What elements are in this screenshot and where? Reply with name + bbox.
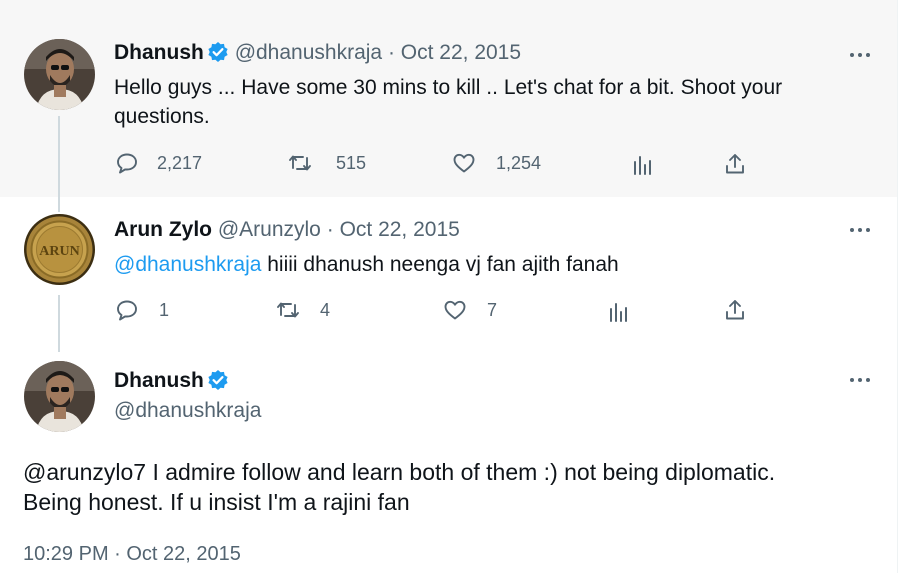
- share-icon: [726, 300, 744, 320]
- tweet-date[interactable]: Oct 22, 2015: [340, 218, 460, 241]
- author-handle[interactable]: @dhanushkraja: [235, 41, 382, 64]
- reply-button[interactable]: 1: [115, 298, 169, 322]
- share-button[interactable]: [723, 152, 747, 176]
- reply-button[interactable]: 2,217: [115, 151, 202, 175]
- share-icon: [726, 154, 744, 174]
- separator: ·: [387, 41, 395, 64]
- analytics-icon: [610, 303, 627, 322]
- like-button[interactable]: 1,254: [452, 151, 541, 175]
- verified-badge-icon: [207, 41, 229, 63]
- retweet-button[interactable]: 4: [276, 298, 330, 322]
- share-button[interactable]: [723, 298, 747, 322]
- author-handle[interactable]: @dhanushkraja: [114, 398, 261, 424]
- like-count: 7: [487, 299, 498, 320]
- retweet-icon: [277, 302, 299, 318]
- verified-badge-icon: [207, 369, 229, 391]
- author-name[interactable]: Arun Zylo: [114, 218, 212, 241]
- avatar[interactable]: ARUN: [24, 214, 95, 285]
- reply-count: 2,217: [157, 152, 203, 173]
- reply-icon: [117, 300, 137, 321]
- author-name[interactable]: Dhanush: [114, 369, 204, 392]
- tweet-text: Hello guys ... Have some 30 mins to kill…: [114, 76, 783, 128]
- tweet-timestamp[interactable]: 10:29 PM · Oct 22, 2015: [23, 543, 241, 566]
- analytics-icon: [634, 156, 651, 175]
- retweet-count: 515: [336, 152, 367, 173]
- more-options-icon[interactable]: [845, 370, 875, 390]
- retweet-icon: [289, 155, 311, 171]
- tweet-header: Dhanush @dhanushkraja · Oct 22, 2015: [114, 40, 521, 66]
- avatar[interactable]: [24, 361, 95, 432]
- mention-link[interactable]: @dhanushkraja: [114, 253, 261, 276]
- retweet-button[interactable]: 515: [288, 151, 366, 175]
- thread-line: [58, 116, 60, 212]
- tweet-text: @dhanushkraja hiiii dhanush neenga vj fa…: [114, 250, 874, 279]
- like-button[interactable]: 7: [443, 298, 497, 322]
- tweet-text-content: hiiii dhanush neenga vj fan ajith fanah: [261, 253, 619, 276]
- thread-line: [58, 295, 60, 352]
- more-options-icon[interactable]: [845, 220, 875, 240]
- reply-count: 1: [159, 299, 170, 320]
- reply-icon: [117, 153, 137, 174]
- main-tweet-name-row: Dhanush: [114, 368, 229, 394]
- right-edge: [897, 0, 909, 573]
- heart-icon: [444, 300, 466, 320]
- author-name[interactable]: Dhanush: [114, 41, 204, 64]
- separator: ·: [326, 218, 334, 241]
- main-tweet-text: @arunzylo7 I admire follow and learn bot…: [23, 459, 776, 515]
- avatar[interactable]: [24, 39, 95, 110]
- heart-icon: [453, 153, 475, 173]
- avatar-logo-text: ARUN: [39, 244, 79, 259]
- tweet-date[interactable]: Oct 22, 2015: [401, 41, 521, 64]
- like-count: 1,254: [496, 152, 542, 173]
- retweet-count: 4: [320, 299, 331, 320]
- author-handle[interactable]: @Arunzylo: [218, 218, 321, 241]
- tweet-header: Arun Zylo @Arunzylo · Oct 22, 2015: [114, 217, 460, 243]
- more-options-icon[interactable]: [845, 45, 875, 65]
- analytics-button[interactable]: [631, 153, 655, 177]
- analytics-button[interactable]: [607, 300, 631, 324]
